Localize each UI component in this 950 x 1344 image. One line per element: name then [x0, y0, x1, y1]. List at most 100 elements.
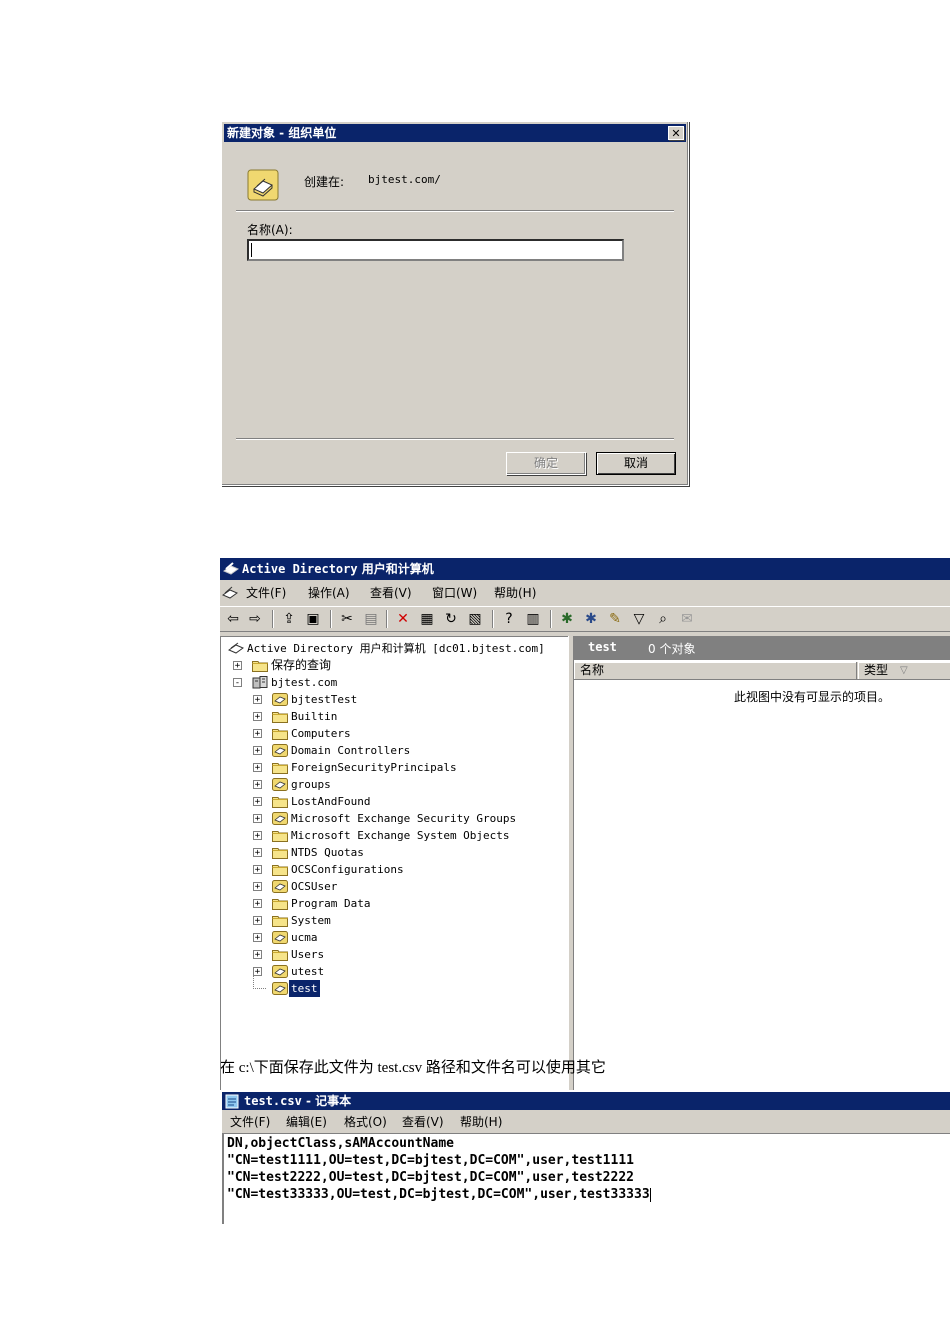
delete-icon[interactable]: ✕	[394, 610, 412, 628]
text-caret	[649, 1187, 651, 1202]
expand-icon[interactable]: +	[253, 763, 262, 773]
menu-window[interactable]: 窗口(W)	[432, 582, 477, 604]
tree-item[interactable]: test	[269, 980, 581, 997]
column-header-name[interactable]: 名称	[574, 662, 857, 679]
tree-item[interactable]: + ucma	[253, 929, 581, 946]
show-hide-tree-icon[interactable]: ▣	[304, 610, 322, 628]
menu-file[interactable]: 文件(F)	[246, 582, 286, 604]
tree-item[interactable]: + 保存的查询	[233, 657, 581, 674]
np-menu-view[interactable]: 查看(V)	[402, 1112, 444, 1132]
np-menu-help[interactable]: 帮助(H)	[460, 1112, 502, 1132]
tree-item[interactable]: + NTDS Quotas	[253, 844, 581, 861]
expand-icon[interactable]: +	[253, 882, 262, 892]
expand-icon[interactable]: +	[253, 695, 262, 705]
console-icon[interactable]	[222, 585, 238, 601]
tree-item-label: Computers	[291, 727, 351, 740]
help-icon[interactable]: ?	[500, 610, 518, 628]
tree-item[interactable]: + Domain Controllers	[253, 742, 581, 759]
paste-icon[interactable]: ▤	[362, 610, 380, 628]
tree-item[interactable]: + Users	[253, 946, 581, 963]
expand-icon[interactable]: +	[253, 865, 262, 875]
find-icon[interactable]: ⌕	[654, 610, 672, 628]
toolbar-separator	[386, 610, 388, 628]
tree-item[interactable]: + groups	[253, 776, 581, 793]
expand-icon[interactable]: +	[253, 814, 262, 824]
ok-button[interactable]: 确定	[506, 452, 586, 475]
notepad-title-app: - 记事本	[305, 1094, 352, 1108]
details-container-name: test	[588, 640, 617, 654]
tree-item-label: bjtest.com	[271, 676, 338, 689]
tree-item[interactable]: + Computers	[253, 725, 581, 742]
new-group-icon[interactable]: ✱	[582, 610, 600, 628]
back-icon[interactable]: ⇦	[224, 610, 242, 628]
name-input[interactable]	[247, 239, 624, 261]
new-user-icon[interactable]: ✱	[558, 610, 576, 628]
show-action-pane-icon[interactable]: ▥	[524, 610, 542, 628]
expand-icon[interactable]: +	[253, 831, 262, 841]
export-list-icon[interactable]: ▧	[466, 610, 484, 628]
expand-icon[interactable]: +	[253, 746, 262, 756]
menu-view[interactable]: 查看(V)	[370, 582, 412, 604]
tree-item[interactable]: + Builtin	[253, 708, 581, 725]
new-object-dialog: 新建对象 - 组织单位 ✕ 创建在: bjtest.com/ 名称(A): 确定…	[221, 121, 689, 486]
folder-icon	[272, 829, 288, 842]
filter-icon[interactable]: ▽	[630, 610, 648, 628]
add-to-group-icon[interactable]: ✉	[678, 610, 696, 628]
expand-icon[interactable]: +	[253, 933, 262, 943]
expand-icon[interactable]: +	[233, 661, 242, 671]
tree-item[interactable]: Active Directory 用户和计算机 [dc01.bjtest.com…	[225, 640, 561, 657]
refresh-icon[interactable]: ↻	[442, 610, 460, 628]
np-menu-format[interactable]: 格式(O)	[344, 1112, 387, 1132]
tree-item[interactable]: + OCSUser	[253, 878, 581, 895]
tree-item[interactable]: + Microsoft Exchange System Objects	[253, 827, 581, 844]
folder-icon	[252, 659, 268, 672]
instruction-caption: 在 c:\下面保存此文件为 test.csv 路径和文件名可以使用其它	[220, 1060, 606, 1076]
expand-icon[interactable]: +	[253, 780, 262, 790]
tree-item[interactable]: + OCSConfigurations	[253, 861, 581, 878]
dialog-separator-top	[236, 210, 674, 212]
tree-item[interactable]: + LostAndFound	[253, 793, 581, 810]
tree-item-label: Domain Controllers	[291, 744, 411, 757]
np-menu-edit[interactable]: 编辑(E)	[286, 1112, 327, 1132]
expand-icon[interactable]: +	[253, 797, 262, 807]
organizational-unit-icon	[247, 169, 279, 201]
tree-item[interactable]: + Microsoft Exchange Security Groups	[253, 810, 581, 827]
tree-item-label: Builtin	[291, 710, 338, 723]
tree-item-label: LostAndFound	[291, 795, 371, 808]
tree-item[interactable]: + System	[253, 912, 581, 929]
close-icon[interactable]: ✕	[668, 126, 684, 140]
cancel-button[interactable]: 取消	[596, 452, 676, 475]
menu-help[interactable]: 帮助(H)	[494, 582, 536, 604]
notepad-window: test.csv - 记事本 文件(F) 编辑(E) 格式(O) 查看(V) 帮…	[222, 1092, 950, 1224]
properties-icon[interactable]: ▦	[418, 610, 436, 628]
toolbar-separator	[492, 610, 494, 628]
tree-item[interactable]: + utest	[253, 963, 581, 980]
dialog-separator-bottom	[236, 438, 674, 440]
collapse-icon[interactable]: -	[233, 678, 242, 688]
console-tree[interactable]: Active Directory 用户和计算机 [dc01.bjtest.com…	[220, 636, 568, 1090]
menu-action[interactable]: 操作(A)	[308, 582, 350, 604]
np-menu-file[interactable]: 文件(F)	[230, 1112, 270, 1132]
new-ou-icon[interactable]: ✎	[606, 610, 624, 628]
folder-icon	[272, 914, 288, 927]
tree-item[interactable]: + ForeignSecurityPrincipals	[253, 759, 581, 776]
tree-item[interactable]: - bjtest.com	[233, 674, 581, 691]
notepad-menubar: 文件(F) 编辑(E) 格式(O) 查看(V) 帮助(H)	[222, 1112, 950, 1132]
expand-icon[interactable]: +	[253, 729, 262, 739]
cut-icon[interactable]: ✂	[338, 610, 356, 628]
expand-icon[interactable]: +	[253, 950, 262, 960]
tree-item[interactable]: + bjtestTest	[253, 691, 581, 708]
text-caret	[251, 243, 252, 257]
notepad-text-area[interactable]: DN,objectClass,sAMAccountName "CN=test11…	[222, 1133, 950, 1224]
column-header-type[interactable]: 类型 ▽	[858, 662, 950, 679]
tree-item[interactable]: + Program Data	[253, 895, 581, 912]
expand-icon[interactable]: +	[253, 916, 262, 926]
up-level-icon[interactable]: ⇪	[280, 610, 298, 628]
forward-icon[interactable]: ⇨	[246, 610, 264, 628]
expand-icon[interactable]: +	[253, 899, 262, 909]
tree-item-label: Users	[291, 948, 325, 961]
ad-title-cjk: 用户和计算机	[361, 562, 434, 576]
expand-icon[interactable]: +	[253, 848, 262, 858]
expand-icon[interactable]: +	[253, 712, 262, 722]
folder-icon	[272, 846, 288, 859]
